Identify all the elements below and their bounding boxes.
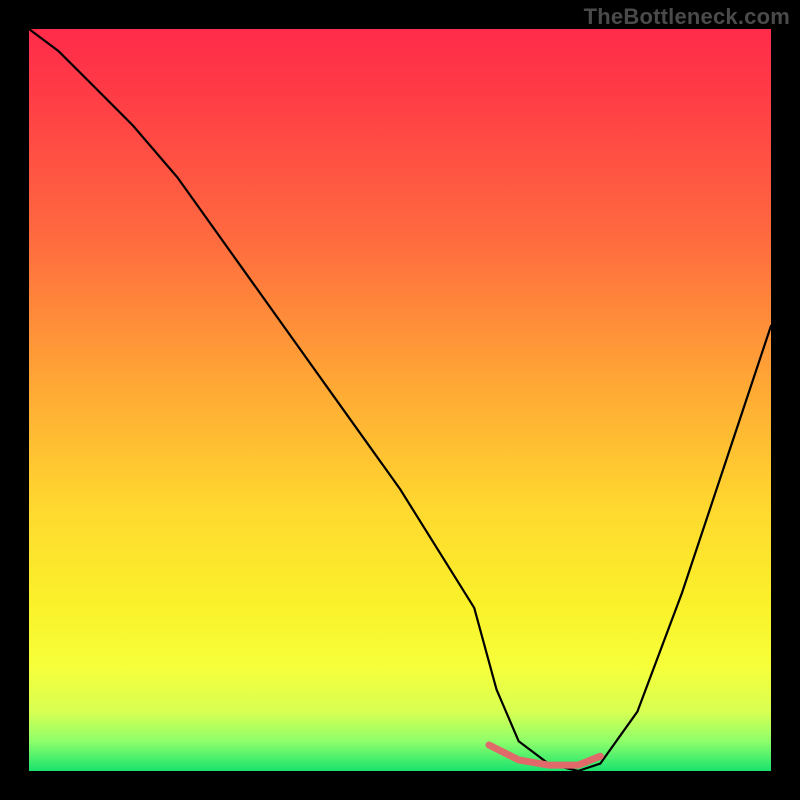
chart-frame: TheBottleneck.com [0, 0, 800, 800]
flat-segment [489, 745, 600, 765]
plot-area [29, 29, 771, 771]
curve-svg [29, 29, 771, 771]
watermark-text: TheBottleneck.com [584, 4, 790, 30]
bottleneck-curve [29, 29, 771, 771]
